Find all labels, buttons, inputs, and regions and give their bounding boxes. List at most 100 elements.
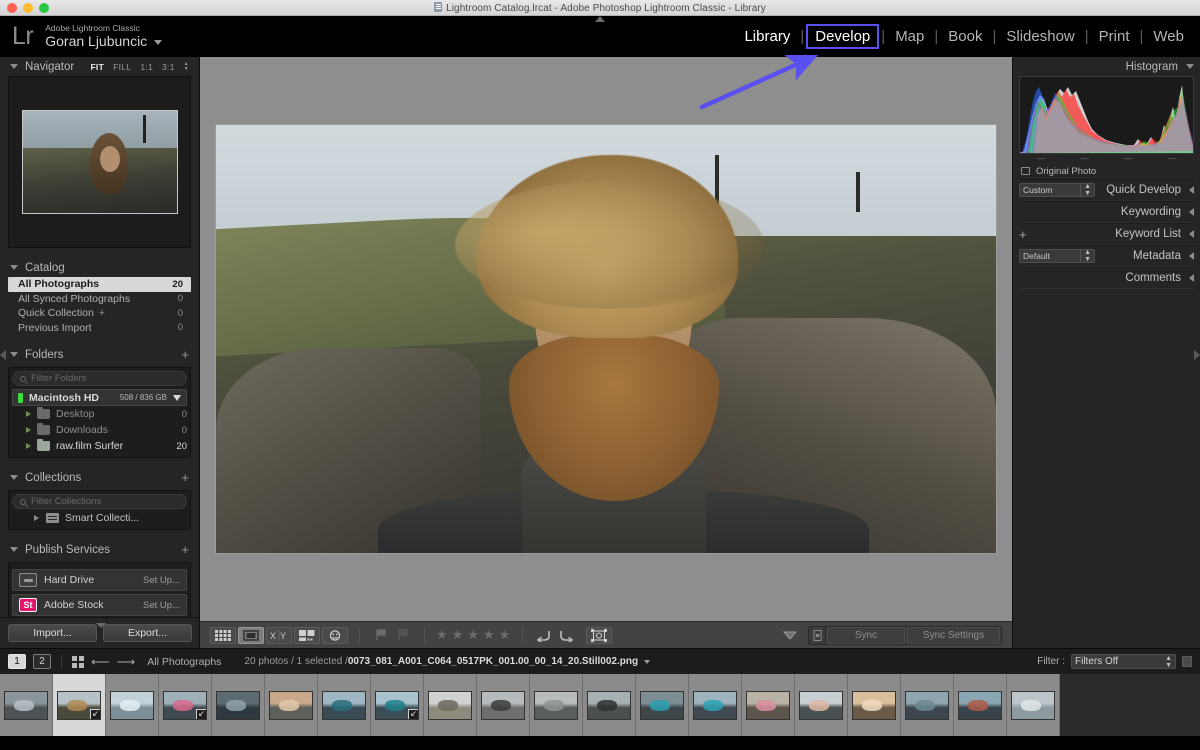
filmstrip-thumbnail-13[interactable] (636, 674, 689, 736)
filmstrip-thumbnail-18[interactable] (901, 674, 954, 736)
filmstrip-thumbnail-1[interactable] (0, 674, 53, 736)
filmstrip-thumbnail-7[interactable] (318, 674, 371, 736)
module-slideshow[interactable]: Slideshow (998, 25, 1082, 48)
expand-triangle-icon[interactable] (26, 411, 31, 417)
forward-arrow-icon[interactable]: ⟶ (117, 655, 136, 668)
navigator-zoom-stepper[interactable]: ▲▼ (184, 62, 189, 72)
histogram-header[interactable]: Histogram (1019, 57, 1194, 76)
navigator-zoom-fill[interactable]: FILL (113, 62, 131, 72)
sync-lock-icon[interactable] (809, 627, 826, 644)
navigator-header[interactable]: Navigator FITFILL1:13:1▲▼ (8, 57, 191, 76)
right-section-keywording[interactable]: Keywording (1019, 201, 1194, 223)
disclosure-triangle-icon[interactable] (10, 547, 18, 552)
top-panel-collapse-arrow[interactable] (595, 16, 605, 22)
chevron-down-icon[interactable] (644, 660, 650, 664)
folders-filter-input[interactable]: Filter Folders (12, 371, 187, 386)
disclosure-triangle-icon[interactable] (10, 265, 18, 270)
filmstrip-thumbnail-19[interactable] (954, 674, 1007, 736)
identity-plate[interactable]: Adobe Lightroom Classic Goran Ljubuncic (45, 24, 162, 50)
flag-group[interactable] (371, 627, 413, 644)
back-arrow-icon[interactable]: ⟵ (91, 655, 110, 668)
navigator-zoom-modes[interactable]: FITFILL1:13:1▲▼ (90, 62, 189, 72)
publish-service-hard-drive[interactable]: Hard DriveSet Up... (12, 569, 187, 591)
loupe-view-icon[interactable] (238, 627, 264, 644)
expand-triangle-icon[interactable] (26, 427, 31, 433)
rating-star-1[interactable]: ★ (436, 627, 449, 643)
filmstrip-thumbnail-2[interactable]: ↙ (53, 674, 106, 736)
disclosure-triangle-icon[interactable] (1186, 64, 1194, 69)
flag-reject-icon[interactable] (393, 627, 413, 644)
right-section-comments[interactable]: Comments (1019, 267, 1194, 289)
publish-service-adobe-stock[interactable]: StAdobe StockSet Up... (12, 594, 187, 616)
view-mode-group[interactable]: XY (210, 627, 348, 644)
disclosure-triangle-icon[interactable] (1189, 230, 1194, 238)
filmstrip[interactable]: ↙↙↙ (0, 674, 1200, 736)
add-publish-service-icon[interactable]: + (181, 542, 189, 557)
rotate-left-icon[interactable] (534, 627, 554, 644)
filmstrip-thumbnail-6[interactable] (265, 674, 318, 736)
module-map[interactable]: Map (887, 25, 932, 48)
folder-item-downloads[interactable]: Downloads0 (12, 422, 187, 438)
disclosure-triangle-icon[interactable] (1189, 208, 1194, 216)
disclosure-triangle-icon[interactable] (1189, 252, 1194, 260)
catalog-item-previous-import[interactable]: Previous Import0 (8, 321, 191, 336)
navigator-zoom-3-1[interactable]: 3:1 (162, 62, 175, 72)
right-section-metadata[interactable]: Default▲▼Metadata (1019, 245, 1194, 267)
volume-row[interactable]: Macintosh HD 508 / 836 GB (12, 389, 187, 406)
original-photo-toggle[interactable]: Original Photo (1019, 163, 1194, 179)
catalog-item-all-photographs[interactable]: All Photographs20 (8, 277, 191, 292)
smart-collection-row[interactable]: Smart Collecti... (12, 509, 187, 526)
filmstrip-thumbnail-17[interactable] (848, 674, 901, 736)
filmstrip-thumbnail-11[interactable] (530, 674, 583, 736)
module-print[interactable]: Print (1091, 25, 1138, 48)
publish-service-setup-link[interactable]: Set Up... (143, 575, 180, 586)
rotate-right-icon[interactable] (556, 627, 576, 644)
add-collection-icon[interactable]: + (181, 470, 189, 485)
folders-header[interactable]: Folders + (8, 345, 191, 364)
screen-1-button[interactable]: 1 (8, 654, 26, 669)
module-book[interactable]: Book (940, 25, 990, 48)
add-to-quick-collection-icon[interactable]: + (99, 307, 105, 319)
left-panel-collapse-arrow[interactable] (0, 350, 6, 360)
filmstrip-thumbnail-16[interactable] (795, 674, 848, 736)
expand-triangle-icon[interactable] (26, 443, 31, 449)
select-stepper[interactable]: ▲▼ (1080, 183, 1091, 197)
thumbnail-badges-icon[interactable] (586, 627, 612, 644)
chevron-down-icon[interactable] (154, 40, 162, 45)
rating-star-4[interactable]: ★ (483, 627, 496, 643)
compare-view-icon[interactable]: XY (266, 627, 292, 644)
publish-service-setup-link[interactable]: Set Up... (143, 600, 180, 611)
disclosure-triangle-icon[interactable] (10, 64, 18, 69)
folder-item-raw-film-surfer[interactable]: raw.film Surfer20 (12, 438, 187, 454)
rating-stars[interactable]: ★★★★★ (436, 627, 511, 643)
right-panel-collapse-arrow[interactable] (1194, 350, 1200, 360)
right-section-quick-develop[interactable]: Custom▲▼Quick Develop (1019, 179, 1194, 201)
filmstrip-thumbnail-9[interactable] (424, 674, 477, 736)
survey-view-icon[interactable] (294, 627, 320, 644)
filmstrip-thumbnail-15[interactable] (742, 674, 795, 736)
thumbnail-develop-badge[interactable]: ↙ (196, 709, 207, 720)
filmstrip-meta[interactable]: 20 photos / 1 selected / 0073_081_A001_C… (244, 656, 650, 667)
import-button[interactable]: Import... (8, 624, 97, 642)
main-photo[interactable] (215, 124, 997, 554)
thumbnail-develop-badge[interactable]: ↙ (90, 709, 101, 720)
people-view-icon[interactable] (322, 627, 348, 644)
navigator-zoom-1-1[interactable]: 1:1 (140, 62, 153, 72)
filmstrip-thumbnail-10[interactable] (477, 674, 530, 736)
add-folder-icon[interactable]: + (181, 347, 189, 362)
folder-item-desktop[interactable]: Desktop0 (12, 406, 187, 422)
filmstrip-source[interactable]: All Photographs (147, 656, 221, 668)
export-button[interactable]: Export... (103, 624, 192, 642)
select-stepper[interactable]: ▲▼ (1080, 249, 1091, 263)
sync-button[interactable]: Sync (827, 627, 905, 644)
catalog-item-all-synced-photographs[interactable]: All Synced Photographs0 (8, 292, 191, 307)
catalog-item-quick-collection[interactable]: Quick Collection+0 (8, 306, 191, 321)
module-develop[interactable]: Develop (806, 24, 879, 49)
module-picker[interactable]: Library|Develop|Map|Book|Slideshow|Print… (736, 24, 1192, 49)
histogram-graph[interactable] (1019, 76, 1194, 154)
chevron-down-icon[interactable] (173, 395, 181, 401)
rating-star-5[interactable]: ★ (499, 627, 512, 643)
preset-select-metadata[interactable]: Default▲▼ (1019, 249, 1095, 263)
expand-triangle-icon[interactable] (34, 515, 39, 521)
identity-user-name[interactable]: Goran Ljubuncic (45, 33, 162, 49)
